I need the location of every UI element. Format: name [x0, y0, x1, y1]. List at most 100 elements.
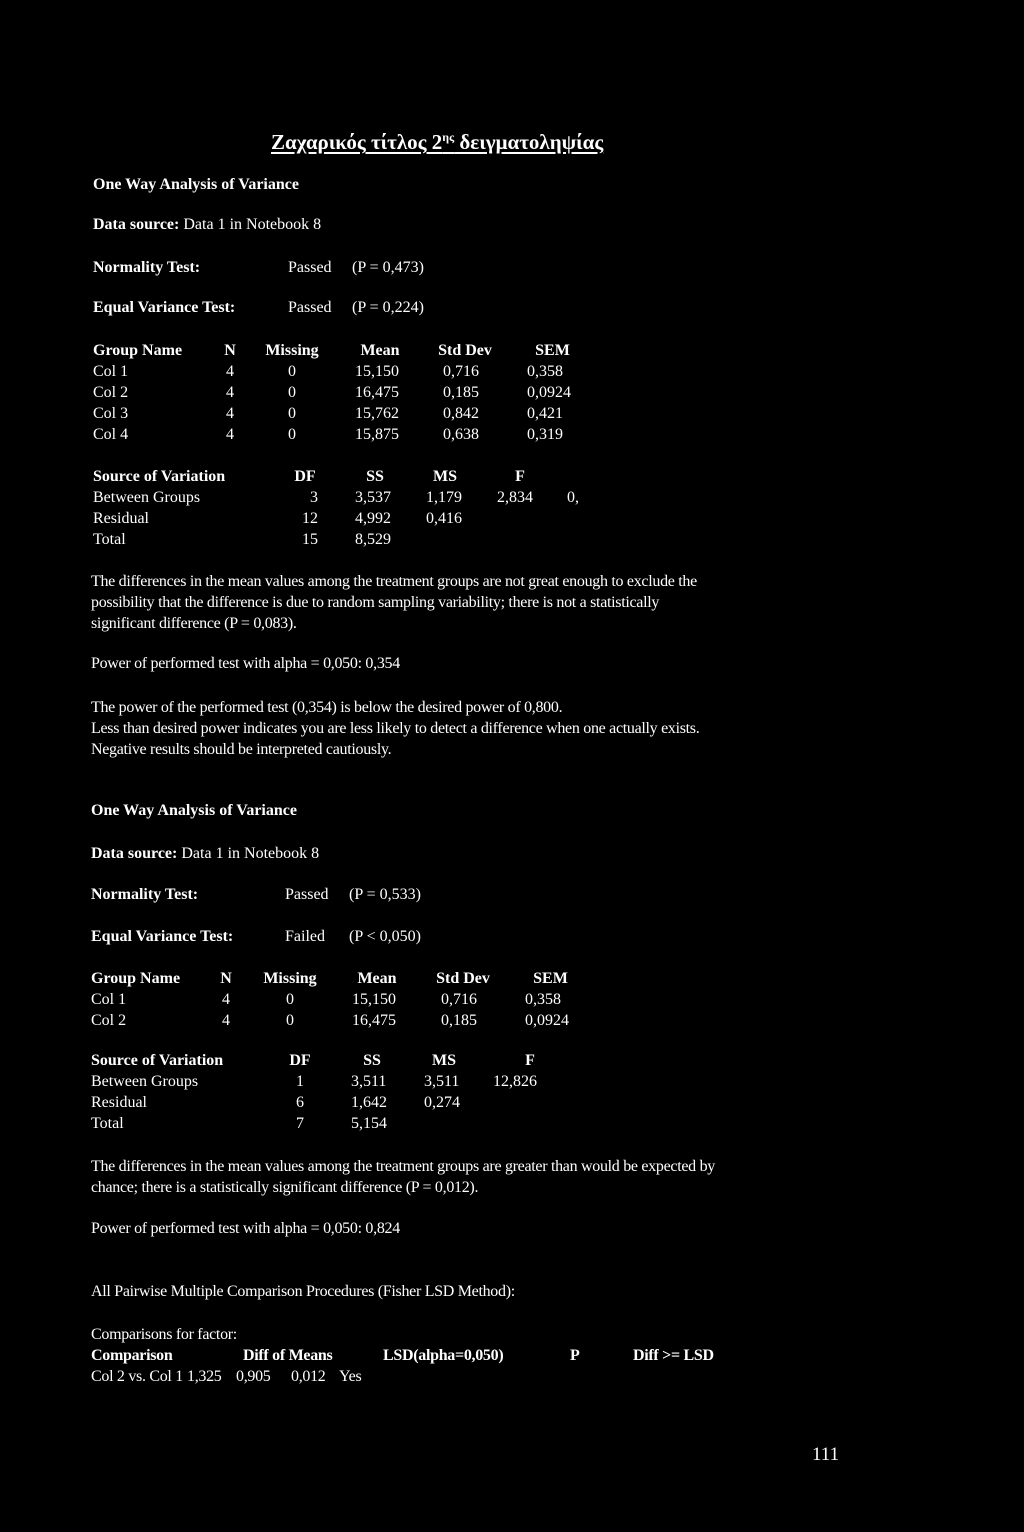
cell-source: Between Groups	[93, 489, 201, 506]
cell-mean: 16,475	[355, 384, 399, 401]
equal-variance-result: Passed	[288, 299, 332, 316]
cell-ms: 1,179	[426, 489, 462, 506]
equal-variance-p: (P < 0,050)	[349, 928, 421, 945]
conclusion-line: chance; there is a statistically signifi…	[91, 1179, 479, 1196]
anova-table-header: Source of Variation DF SS MS F	[0, 1052, 1024, 1072]
cell-df: 3	[310, 489, 318, 506]
cell-group: Col 1	[91, 991, 127, 1008]
table-row: Col 4 4 0 15,875 0,638 0,319	[0, 426, 1024, 446]
cell-sem: 0,0924	[525, 1012, 569, 1029]
power-text: Power of performed test with alpha = 0,0…	[91, 655, 400, 672]
cell-std-dev: 0,716	[441, 991, 477, 1008]
power-note-line: The power of the performed test (0,354) …	[91, 699, 563, 716]
group-table-header: Group Name N Missing Mean Std Dev SEM	[0, 970, 1024, 990]
header-mean: Mean	[357, 970, 397, 987]
cell-n: 4	[222, 991, 230, 1008]
header-diff-ge-lsd: Diff >= LSD	[633, 1347, 714, 1364]
cell-df: 12	[302, 510, 318, 527]
power-text: Power of performed test with alpha = 0,0…	[91, 1220, 400, 1237]
cell-source: Residual	[91, 1094, 147, 1111]
cell-mean: 15,875	[355, 426, 399, 443]
conclusion-line: The differences in the mean values among…	[91, 573, 697, 590]
cell-ss: 8,529	[355, 531, 391, 548]
conclusion-text: The differences in the mean values among…	[91, 1156, 715, 1198]
group-table-header: Group Name N Missing Mean Std Dev SEM	[0, 342, 1024, 362]
cell-n: 4	[226, 363, 234, 380]
cell-df: 6	[296, 1094, 304, 1111]
cell-std-dev: 0,842	[443, 405, 479, 422]
header-f: F	[515, 468, 525, 485]
cell-sem: 0,421	[527, 405, 563, 422]
header-n: N	[224, 342, 236, 359]
normality-label: Normality Test:	[93, 259, 201, 276]
cell-sem: 0,358	[525, 991, 561, 1008]
table-row: Residual 6 1,642 0,274	[0, 1094, 1024, 1114]
header-missing: Missing	[263, 970, 317, 987]
header-diff-of-means: Diff of Means	[243, 1347, 333, 1364]
cell-ss: 1,642	[351, 1094, 387, 1111]
comparison-table-header: Comparison Diff of Means LSD(alpha=0,050…	[0, 1347, 1024, 1367]
cell-ss: 3,537	[355, 489, 391, 506]
normality-result: Passed	[285, 886, 329, 903]
header-ss: SS	[366, 468, 384, 485]
data-source: Data source: Data 1 in Notebook 8	[93, 216, 321, 234]
cell-ss: 5,154	[351, 1115, 387, 1132]
cell-lsd: 0,905	[236, 1368, 271, 1385]
cell-missing: 0	[286, 991, 294, 1008]
header-std-dev: Std Dev	[436, 970, 490, 987]
equal-variance-p: (P = 0,224)	[352, 299, 424, 316]
table-row: Between Groups 3 3,537 1,179 2,834 0,	[0, 489, 1024, 509]
cell-missing: 0	[288, 405, 296, 422]
cell-group: Col 2	[93, 384, 129, 401]
cell-std-dev: 0,638	[443, 426, 479, 443]
header-n: N	[220, 970, 232, 987]
cell-missing: 0	[286, 1012, 294, 1029]
anova-table-header: Source of Variation DF SS MS F	[0, 468, 1024, 488]
normality-p: (P = 0,473)	[352, 259, 424, 276]
data-source-value: Data 1 in Notebook 8	[181, 845, 320, 862]
data-source-value: Data 1 in Notebook 8	[183, 216, 322, 233]
cell-source: Residual	[93, 510, 149, 527]
equal-variance-label: Equal Variance Test:	[93, 299, 236, 316]
cell-significant: Yes	[339, 1368, 362, 1385]
conclusion-line: significant difference (P = 0,083).	[91, 615, 297, 632]
header-mean: Mean	[360, 342, 400, 359]
table-row: Residual 12 4,992 0,416	[0, 510, 1024, 530]
cell-p: 0,012	[291, 1368, 326, 1385]
conclusion-text: The differences in the mean values among…	[91, 571, 697, 634]
normality-label: Normality Test:	[91, 886, 199, 903]
table-row: Col 2 4 0 16,475 0,185 0,0924	[0, 1012, 1024, 1032]
cell-n: 4	[226, 405, 234, 422]
header-source: Source of Variation	[93, 468, 226, 485]
cell-group: Col 2	[91, 1012, 127, 1029]
normality-result: Passed	[288, 259, 332, 276]
cell-missing: 0	[288, 363, 296, 380]
cell-df: 7	[296, 1115, 304, 1132]
header-ms: MS	[432, 1052, 456, 1069]
cell-ms: 0,274	[424, 1094, 460, 1111]
title-main: Ζαχαρικός τίτλος 2	[271, 130, 443, 154]
cell-df: 1	[296, 1073, 304, 1090]
cell-n: 4	[226, 426, 234, 443]
conclusion-line: The differences in the mean values among…	[91, 1158, 715, 1175]
cell-comparison: Col 2 vs. Col 1	[91, 1368, 183, 1385]
data-source: Data source: Data 1 in Notebook 8	[91, 845, 319, 863]
page-number: 111	[812, 1444, 840, 1465]
cell-n: 4	[226, 384, 234, 401]
page-title: Ζαχαρικός τίτλος 2ης δειγματοληψίας	[271, 130, 603, 155]
table-row: Total 15 8,529	[0, 531, 1024, 551]
cell-std-dev: 0,716	[443, 363, 479, 380]
power-note-line: Less than desired power indicates you ar…	[91, 720, 700, 737]
cell-source: Between Groups	[91, 1073, 199, 1090]
header-ss: SS	[363, 1052, 381, 1069]
cell-n: 4	[222, 1012, 230, 1029]
cell-source: Total	[93, 531, 126, 548]
analysis-heading: One Way Analysis of Variance	[93, 176, 299, 193]
header-p: P	[570, 1347, 580, 1364]
cell-mean: 15,150	[355, 363, 399, 380]
header-missing: Missing	[265, 342, 319, 359]
header-source: Source of Variation	[91, 1052, 224, 1069]
cell-mean: 15,762	[355, 405, 399, 422]
comparisons-label: Comparisons for factor:	[91, 1326, 237, 1343]
cell-ms: 3,511	[424, 1073, 460, 1090]
